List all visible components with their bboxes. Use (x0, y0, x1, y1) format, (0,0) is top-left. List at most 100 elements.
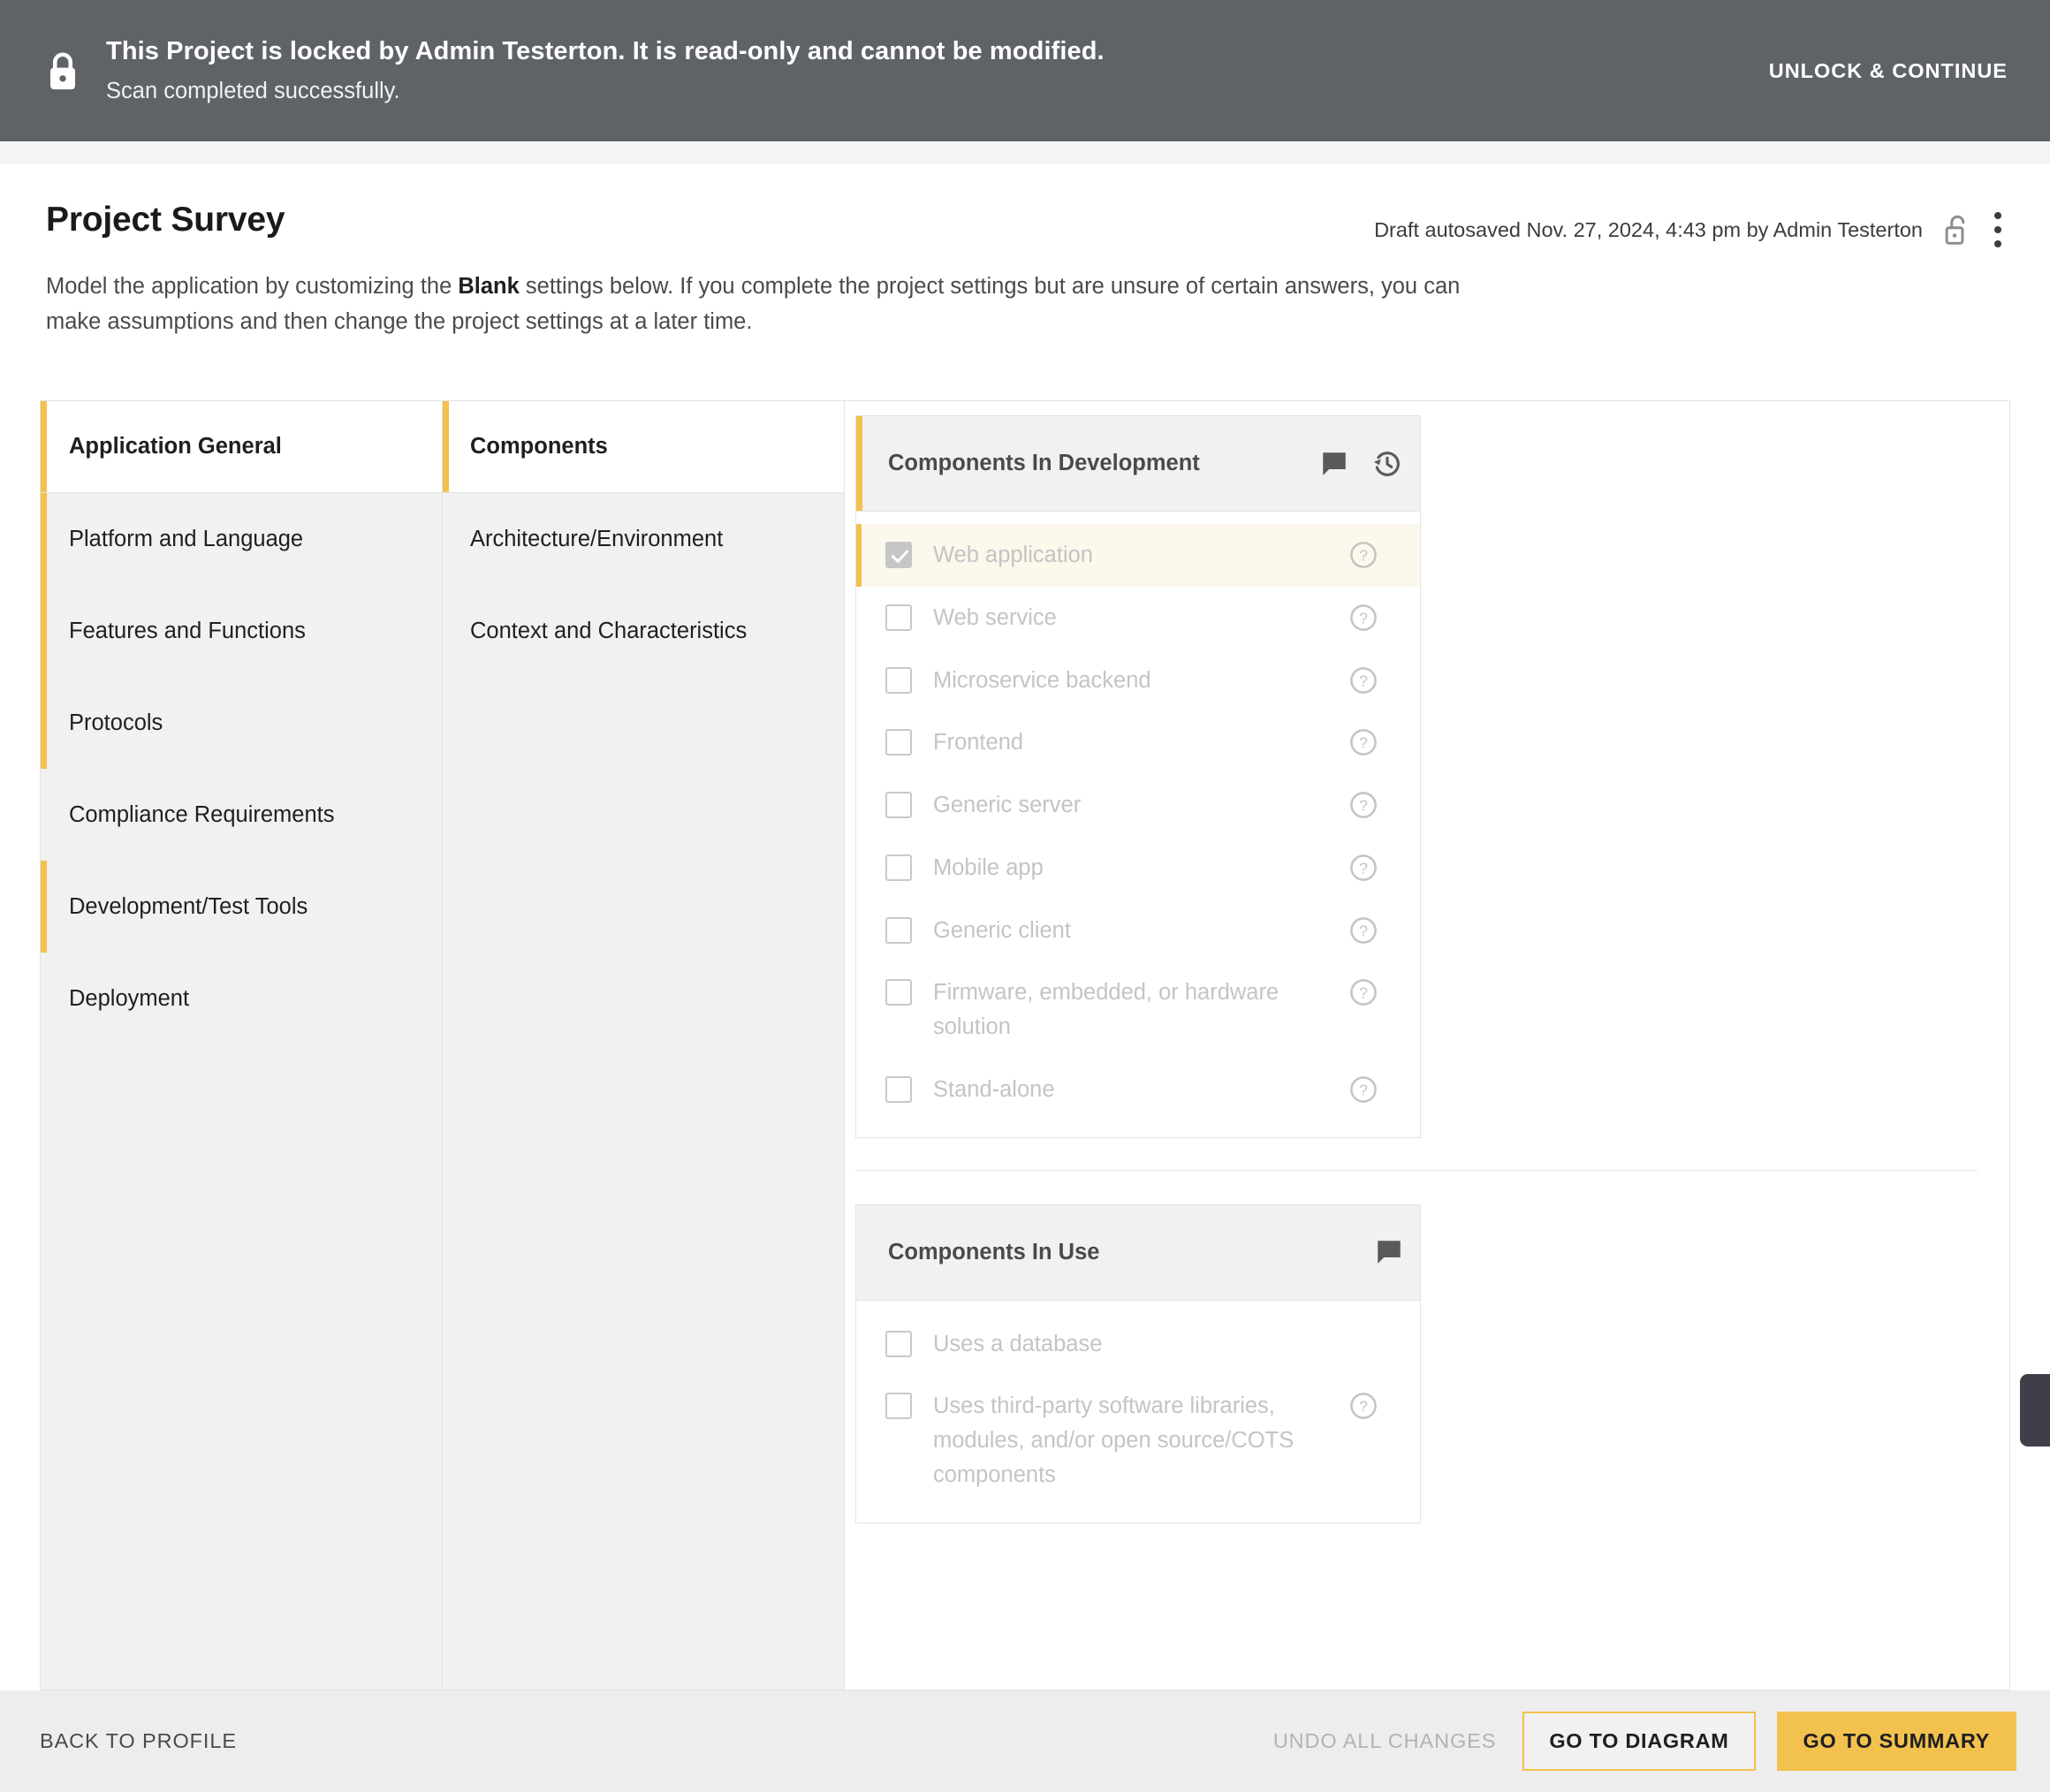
comment-icon[interactable] (1319, 449, 1349, 479)
checkbox-label: Uses a database (933, 1327, 1348, 1362)
help-icon[interactable]: ? (1348, 1074, 1378, 1105)
banner-submessage: Scan completed successfully. (106, 78, 1765, 106)
card-body: Uses a database Uses third-party softwar… (856, 1301, 1420, 1522)
checkbox-row-stand-alone[interactable]: Stand-alone ? (856, 1059, 1420, 1121)
page-title: Project Survey (46, 201, 285, 239)
card-body: Web application ? Web service (856, 512, 1420, 1137)
accent-bar (41, 585, 47, 677)
checkbox-row-generic-client[interactable]: Generic client ? (856, 900, 1420, 962)
sidebar-item-deployment[interactable]: Deployment (41, 953, 442, 1044)
card-header: Components In Use (856, 1205, 1420, 1301)
questions-column: Components In Development (845, 401, 2009, 1689)
checkbox-row-web-application[interactable]: Web application ? (856, 524, 1420, 587)
help-icon[interactable]: ? (1348, 853, 1378, 883)
svg-text:?: ? (1359, 609, 1368, 626)
accent-bar (41, 677, 47, 769)
checkbox-row-uses-a-database[interactable]: Uses a database (856, 1313, 1420, 1376)
checkbox-label: Mobile app (933, 851, 1348, 885)
sidebar-item-label: Development/Test Tools (69, 894, 308, 920)
accent-bar (41, 861, 47, 953)
checkbox-frontend[interactable] (885, 729, 912, 756)
kebab-menu-icon[interactable] (1992, 210, 2004, 249)
comment-icon[interactable] (1374, 1237, 1404, 1267)
checkbox-row-firmware-embedded-hardware[interactable]: Firmware, embedded, or hardware solution… (856, 961, 1420, 1059)
banner-message: This Project is locked by Admin Testerto… (106, 35, 1765, 67)
checkbox-label: Stand-alone (933, 1073, 1348, 1107)
sidebar-item-protocols[interactable]: Protocols (41, 677, 442, 769)
help-icon[interactable]: ? (1348, 977, 1378, 1007)
help-icon[interactable]: ? (1348, 665, 1378, 695)
sidebar-item-label: Protocols (69, 710, 163, 736)
page-gap-strip (0, 141, 2050, 164)
tab-components[interactable]: Components (443, 401, 844, 493)
checkbox-uses-a-database[interactable] (885, 1331, 912, 1357)
subtabs-nav: Components Architecture/Environment Cont… (443, 401, 845, 1689)
feedback-tab[interactable] (2020, 1374, 2050, 1447)
unlock-and-continue-button[interactable]: UNLOCK & CONTINUE (1765, 50, 2011, 92)
svg-text:?: ? (1359, 1398, 1368, 1416)
help-icon[interactable]: ? (1348, 915, 1378, 945)
checkbox-microservice-backend[interactable] (885, 667, 912, 694)
checkbox-mobile-app[interactable] (885, 854, 912, 881)
sidebar-item-features-and-functions[interactable]: Features and Functions (41, 585, 442, 677)
sidebar-item-development-test-tools[interactable]: Development/Test Tools (41, 861, 442, 953)
checkbox-label: Generic server (933, 788, 1348, 823)
help-icon[interactable]: ? (1348, 1391, 1378, 1421)
footer-actions: UNDO ALL CHANGES GO TO DIAGRAM GO TO SUM… (1273, 1712, 2016, 1772)
title-right-controls: Draft autosaved Nov. 27, 2024, 4:43 pm b… (1374, 201, 2004, 249)
help-icon[interactable]: ? (1348, 540, 1378, 570)
checkbox-row-frontend[interactable]: Frontend ? (856, 711, 1420, 774)
checkbox-label: Frontend (933, 725, 1348, 760)
page-description-before: Model the application by customizing the (46, 274, 458, 299)
history-icon[interactable] (1370, 447, 1404, 481)
tab-label: Components (470, 434, 608, 459)
svg-text:?: ? (1359, 859, 1368, 877)
accent-bar (856, 416, 862, 511)
card-header-icons (1319, 447, 1404, 481)
tab-architecture-environment[interactable]: Architecture/Environment (443, 493, 844, 585)
help-icon[interactable]: ? (1348, 790, 1378, 820)
autosave-status: Draft autosaved Nov. 27, 2024, 4:43 pm b… (1374, 218, 1923, 242)
checkbox-row-web-service[interactable]: Web service ? (856, 587, 1420, 649)
checkbox-row-uses-third-party-libraries[interactable]: Uses third-party software libraries, mod… (856, 1375, 1420, 1506)
checkbox-uses-third-party-libraries[interactable] (885, 1393, 912, 1419)
footer-bar: BACK TO PROFILE UNDO ALL CHANGES GO TO D… (0, 1690, 2050, 1792)
checkbox-web-service[interactable] (885, 604, 912, 631)
svg-text:?: ? (1359, 547, 1368, 565)
checkbox-label: Web service (933, 601, 1348, 635)
survey-panel: Application General Platform and Languag… (40, 400, 2010, 1690)
project-survey-page: This Project is locked by Admin Testerto… (0, 0, 2050, 1792)
sidebar-item-label: Features and Functions (69, 619, 306, 644)
locked-banner: This Project is locked by Admin Testerto… (0, 0, 2050, 141)
checkbox-row-generic-server[interactable]: Generic server ? (856, 774, 1420, 837)
checkbox-label: Generic client (933, 914, 1348, 948)
card-header-icons (1374, 1237, 1404, 1267)
accent-bar (856, 524, 862, 587)
checkbox-row-mobile-app[interactable]: Mobile app ? (856, 837, 1420, 900)
back-to-profile-button[interactable]: BACK TO PROFILE (40, 1729, 237, 1753)
undo-all-changes-button[interactable]: UNDO ALL CHANGES (1273, 1729, 1502, 1753)
checkbox-row-microservice-backend[interactable]: Microservice backend ? (856, 649, 1420, 712)
title-row: Project Survey Draft autosaved Nov. 27, … (46, 201, 2004, 249)
sidebar-item-application-general[interactable]: Application General (41, 401, 442, 493)
sidebar-item-platform-and-language[interactable]: Platform and Language (41, 493, 442, 585)
go-to-diagram-button[interactable]: GO TO DIAGRAM (1522, 1712, 1755, 1772)
help-icon[interactable]: ? (1348, 727, 1378, 757)
checkbox-web-application[interactable] (885, 542, 912, 568)
checkbox-generic-client[interactable] (885, 917, 912, 944)
tab-context-and-characteristics[interactable]: Context and Characteristics (443, 585, 844, 677)
go-to-summary-button[interactable]: GO TO SUMMARY (1777, 1712, 2016, 1772)
checkbox-stand-alone[interactable] (885, 1076, 912, 1103)
card-header: Components In Development (856, 416, 1420, 512)
section-divider (855, 1170, 1978, 1171)
sidebar-item-label: Application General (69, 434, 282, 459)
page-description: Model the application by customizing the… (46, 269, 1477, 340)
checkbox-generic-server[interactable] (885, 792, 912, 818)
sidebar-item-compliance-requirements[interactable]: Compliance Requirements (41, 769, 442, 861)
checkbox-firmware-embedded-hardware[interactable] (885, 979, 912, 1006)
help-icon[interactable]: ? (1348, 603, 1378, 633)
svg-text:?: ? (1359, 984, 1368, 1002)
accent-bar (41, 401, 47, 492)
unlock-open-icon[interactable] (1942, 212, 1972, 247)
svg-text:?: ? (1359, 797, 1368, 815)
